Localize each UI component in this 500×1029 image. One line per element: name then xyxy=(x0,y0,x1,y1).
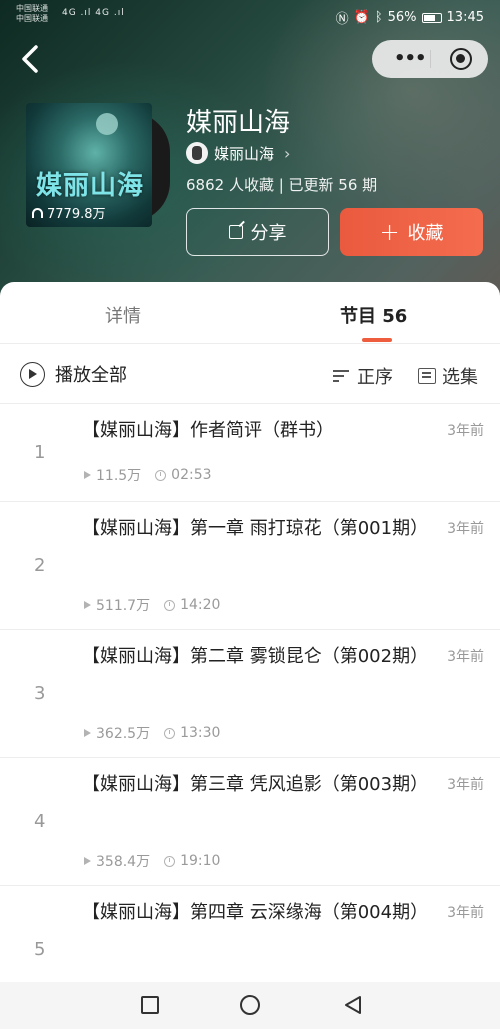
list-toolbar: 播放全部 正序 选集 xyxy=(0,344,500,404)
episode-duration: 02:53 xyxy=(171,467,212,483)
play-all-label: 播放全部 xyxy=(55,365,127,386)
duration-icon xyxy=(164,599,176,611)
episode-meta: 362.5万 13:30 xyxy=(84,723,220,743)
back-triangle-icon[interactable] xyxy=(342,994,364,1016)
alarm-icon: ⏰ xyxy=(353,10,370,25)
episode-date: 3年前 xyxy=(447,905,484,921)
tab-detail[interactable]: 详情 xyxy=(105,302,141,328)
episode-plays: 358.4万 xyxy=(96,854,151,870)
carrier-label: 中国联通 xyxy=(16,4,48,13)
carrier-info: 中国联通 中国联通 xyxy=(16,4,48,24)
nfc-icon: Ⓝ xyxy=(335,12,349,27)
episode-meta: 358.4万 19:10 xyxy=(84,851,220,871)
duration-icon xyxy=(155,469,167,481)
episode-date: 3年前 xyxy=(447,777,484,793)
album-header: 中国联通 中国联通 4G .ıl 4G .ıl Ⓝ ⏰ ᛒ 56% 13:45 … xyxy=(0,0,500,300)
duration-icon xyxy=(164,727,176,739)
share-icon xyxy=(228,225,243,239)
episode-meta: 11.5万 02:53 xyxy=(84,465,212,485)
episode-title: 【媒丽山海】第一章 雨打琼花（第001期） xyxy=(82,518,429,539)
select-label: 选集 xyxy=(442,367,478,388)
episode-meta: 511.7万 14:20 xyxy=(84,595,220,615)
headphone-icon xyxy=(32,207,43,218)
chevron-right-icon: › xyxy=(284,143,291,163)
avatar xyxy=(186,142,208,164)
signal-icon: 4G .ıl 4G .ıl xyxy=(62,8,125,18)
content-sheet: 详情 节目 56 播放全部 正序 选集 1 【媒丽山海】作者简评（群书） 3年前… xyxy=(0,282,500,1014)
play-circle-icon xyxy=(20,361,45,387)
collect-button[interactable]: + 收藏 xyxy=(340,208,483,256)
plus-icon: + xyxy=(379,218,400,246)
episode-title: 【媒丽山海】第三章 凭风追影（第003期） xyxy=(82,774,429,795)
battery-icon xyxy=(421,12,442,23)
cover-planet xyxy=(96,113,118,135)
collect-label: 收藏 xyxy=(407,223,444,244)
list-icon xyxy=(418,368,436,384)
clock-time: 13:45 xyxy=(446,10,484,25)
episode-duration: 13:30 xyxy=(180,725,221,741)
tab-programs[interactable]: 节目 56 xyxy=(340,302,407,328)
episode-plays: 362.5万 xyxy=(96,726,151,742)
sort-button[interactable]: 正序 xyxy=(333,363,393,389)
sort-label: 正序 xyxy=(357,367,393,388)
sort-icon xyxy=(333,369,351,383)
anchor-name: 媒丽山海 xyxy=(214,144,275,163)
album-title: 媒丽山海 xyxy=(186,108,291,138)
episode-date: 3年前 xyxy=(447,521,484,537)
list-item[interactable]: 2 【媒丽山海】第一章 雨打琼花（第001期） 3年前 511.7万 14:20 xyxy=(0,502,500,630)
capsule-divider xyxy=(430,50,431,68)
select-episodes-button[interactable]: 选集 xyxy=(418,363,478,389)
recent-apps-icon[interactable] xyxy=(141,996,159,1014)
list-item[interactable]: 1 【媒丽山海】作者简评（群书） 3年前 11.5万 02:53 xyxy=(0,404,500,502)
episode-number: 4 xyxy=(34,811,46,832)
episode-duration: 19:10 xyxy=(180,853,221,869)
list-item[interactable]: 3 【媒丽山海】第二章 雾锁昆仑（第002期） 3年前 362.5万 13:30 xyxy=(0,630,500,758)
play-count: 7779.8万 xyxy=(32,203,106,222)
album-stats: 6862 人收藏 | 已更新 56 期 xyxy=(186,176,378,194)
play-count-icon xyxy=(84,601,91,609)
active-tab-indicator xyxy=(362,338,392,342)
play-count-icon xyxy=(84,857,91,865)
anchor-link[interactable]: 媒丽山海 › xyxy=(186,142,290,164)
episode-duration: 14:20 xyxy=(180,597,221,613)
episode-list: 1 【媒丽山海】作者简评（群书） 3年前 11.5万 02:53 2 【媒丽山海… xyxy=(0,404,500,1014)
episode-plays: 11.5万 xyxy=(96,468,142,484)
episode-title: 【媒丽山海】第二章 雾锁昆仑（第002期） xyxy=(82,646,429,667)
tab-bar: 详情 节目 56 xyxy=(0,282,500,344)
episode-date: 3年前 xyxy=(447,649,484,665)
battery-level: 56% xyxy=(387,10,417,25)
share-label: 分享 xyxy=(250,223,287,244)
carrier-label: 中国联通 xyxy=(16,14,48,23)
play-count-value: 7779.8万 xyxy=(47,207,106,222)
back-button[interactable] xyxy=(16,42,46,76)
episode-title: 【媒丽山海】作者简评（群书） xyxy=(82,420,334,441)
mini-program-capsule: ••• xyxy=(372,40,488,78)
home-icon[interactable] xyxy=(240,995,260,1015)
episode-title: 【媒丽山海】第四章 云深缘海（第004期） xyxy=(82,902,429,923)
play-count-icon xyxy=(84,729,91,737)
chevron-left-icon xyxy=(22,45,38,73)
share-button[interactable]: 分享 xyxy=(186,208,329,256)
episode-number: 1 xyxy=(34,442,46,463)
play-count-icon xyxy=(84,471,91,479)
duration-icon xyxy=(164,855,176,867)
status-bar: 中国联通 中国联通 4G .ıl 4G .ıl Ⓝ ⏰ ᛒ 56% 13:45 xyxy=(0,0,500,34)
bluetooth-icon: ᛒ xyxy=(374,10,383,25)
episode-number: 3 xyxy=(34,683,46,704)
episode-date: 3年前 xyxy=(447,423,484,439)
cover-title: 媒丽山海 xyxy=(36,171,145,201)
target-close-icon[interactable] xyxy=(450,48,472,70)
episode-plays: 511.7万 xyxy=(96,598,151,614)
list-item[interactable]: 4 【媒丽山海】第三章 凭风追影（第003期） 3年前 358.4万 19:10 xyxy=(0,758,500,886)
system-nav-bar xyxy=(0,982,500,1029)
status-right: Ⓝ ⏰ ᛒ 56% 13:45 xyxy=(336,8,484,27)
more-dots-icon[interactable]: ••• xyxy=(394,48,427,69)
play-all-button[interactable]: 播放全部 xyxy=(20,361,127,387)
album-cover: 媒丽山海 7779.8万 xyxy=(26,103,152,227)
episode-number: 2 xyxy=(34,555,46,576)
